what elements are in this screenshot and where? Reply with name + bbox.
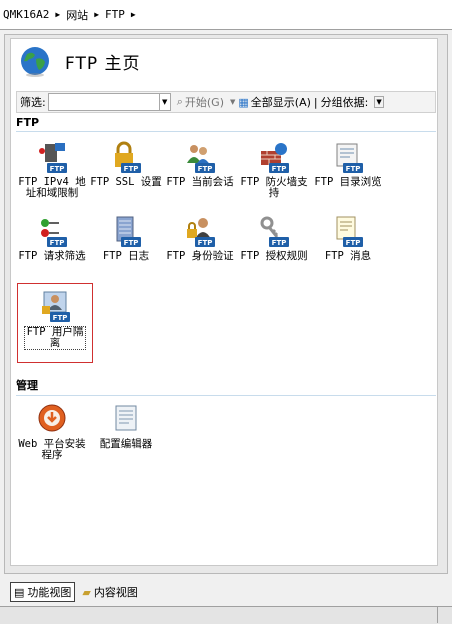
breadcrumb-chevron-icon[interactable]: ▶ [131, 10, 136, 19]
feature-label: FTP 请求筛选 [18, 250, 86, 262]
feature-configuration-editor[interactable]: 配置编辑器 [89, 403, 163, 450]
feature-label: FTP 身份验证 [166, 250, 234, 262]
feature-web-platform-installer[interactable]: Web 平台安装程序 [15, 403, 89, 461]
show-all-icon: ▦ [238, 95, 249, 109]
feature-label: FTP 防火墙支持 [240, 176, 308, 199]
breadcrumb-chevron-icon[interactable]: ▶ [55, 10, 60, 19]
section-ftp-header[interactable]: FTP [16, 116, 436, 132]
start-dropdown-icon[interactable]: ▼ [230, 98, 235, 106]
feature-label: FTP 用户隔离 [24, 326, 86, 350]
breadcrumb-server[interactable]: QMK16A2 [3, 8, 49, 21]
feature-label: FTP 消息 [324, 250, 372, 262]
tab-features-view[interactable]: ▤ 功能视图 [10, 582, 76, 602]
breadcrumb-ftp[interactable]: FTP [105, 8, 125, 21]
feature-ftp-messages[interactable]: FTP FTP 消息 [311, 215, 385, 262]
ftp-authorization-key-icon: FTP [260, 216, 289, 247]
feature-label: 配置编辑器 [99, 438, 153, 450]
ftp-ip-restrict-icon: FTP [39, 143, 67, 173]
toolbar-divider: | [313, 95, 318, 109]
breadcrumb: QMK16A2 ▶ 网站 ▶ FTP ▶ [0, 0, 452, 30]
group-by-dropdown-icon[interactable]: ▼ [374, 96, 384, 108]
feature-label: FTP SSL 设置 [90, 176, 162, 188]
filter-dropdown-icon[interactable]: ▼ [159, 93, 171, 111]
ftp-log-icon: FTP [116, 216, 141, 247]
feature-ftp-user-isolation[interactable]: FTP FTP 用户隔离 [17, 283, 93, 363]
filter-label: 筛选: [20, 96, 46, 109]
feature-ftp-ssl[interactable]: FTP FTP SSL 设置 [89, 141, 163, 188]
svg-text:FTP: FTP [346, 165, 361, 173]
section-manage-header[interactable]: 管理 [16, 377, 436, 396]
tab-features-view-label: 功能视图 [27, 586, 72, 599]
feature-label: FTP 日志 [102, 250, 150, 262]
feature-label: FTP IPv4 地址和域限制 [18, 176, 86, 199]
ftp-firewall-icon: FTP [261, 143, 289, 173]
svg-text:FTP: FTP [272, 165, 287, 173]
ftp-sessions-users-icon: FTP [187, 145, 215, 173]
show-all-button[interactable]: 全部显示(A) [251, 94, 311, 110]
start-button[interactable]: 开始(G) [185, 94, 224, 110]
feature-ftp-ipv4[interactable]: FTP FTP IPv4 地址和域限制 [15, 141, 89, 199]
group-by-label[interactable]: 分组依据: [321, 94, 369, 110]
svg-text:FTP: FTP [272, 239, 287, 247]
ftp-user-isolation-icon: FTP [42, 291, 70, 322]
feature-ftp-firewall[interactable]: FTP FTP 防火墙支持 [237, 141, 311, 199]
feature-ftp-request-filter[interactable]: FTP FTP 请求筛选 [15, 215, 89, 262]
feature-ftp-sessions[interactable]: FTP FTP 当前会话 [163, 141, 237, 188]
ftp-authentication-icon: FTP [187, 218, 215, 247]
svg-text:FTP: FTP [124, 239, 139, 247]
features-panel: FTP 主页 筛选: ▼ ⌕ 开始(G) ▼ ▦ 全部显示(A) | 分组依据:… [10, 38, 438, 566]
breadcrumb-site[interactable]: 网站 [66, 7, 88, 23]
svg-text:FTP: FTP [50, 165, 65, 173]
web-platform-installer-icon [38, 404, 66, 432]
svg-text:FTP: FTP [198, 239, 213, 247]
ftp-messages-icon: FTP [336, 216, 363, 247]
ftp-ssl-lock-icon: FTP [115, 141, 141, 173]
tab-content-view[interactable]: ▰ 内容视图 [79, 583, 140, 601]
feature-label: FTP 当前会话 [166, 176, 234, 188]
filter-input[interactable] [47, 93, 160, 111]
page-header: FTP 主页 [19, 45, 141, 77]
globe-icon [21, 47, 49, 77]
feature-label: FTP 授权规则 [240, 250, 308, 262]
content-view-icon: ▰ [82, 585, 91, 599]
svg-text:FTP: FTP [53, 314, 68, 322]
feature-ftp-authorization[interactable]: FTP FTP 授权规则 [237, 215, 311, 262]
feature-ftp-directory[interactable]: FTP FTP 目录浏览 [311, 141, 385, 188]
svg-text:FTP: FTP [124, 165, 139, 173]
filter-toolbar: 筛选: ▼ ⌕ 开始(G) ▼ ▦ 全部显示(A) | 分组依据: ▼ [16, 91, 436, 113]
page-title: FTP 主页 [65, 53, 141, 74]
status-bar [0, 606, 452, 624]
feature-ftp-authentication[interactable]: FTP FTP 身份验证 [163, 215, 237, 262]
svg-text:FTP: FTP [50, 239, 65, 247]
binoculars-icon: ⌕ [176, 95, 183, 108]
ftp-directory-browse-icon: FTP [336, 143, 363, 173]
feature-label: Web 平台安装程序 [18, 438, 86, 461]
breadcrumb-chevron-icon[interactable]: ▶ [94, 10, 99, 19]
svg-text:FTP: FTP [198, 165, 213, 173]
configuration-editor-icon [115, 405, 137, 431]
view-switcher: ▤ 功能视图 ▰ 内容视图 [10, 581, 145, 603]
svg-text:FTP: FTP [346, 239, 361, 247]
feature-ftp-log[interactable]: FTP FTP 日志 [89, 215, 163, 262]
feature-label: FTP 目录浏览 [314, 176, 382, 188]
ftp-request-filter-icon: FTP [41, 219, 67, 247]
tab-content-view-label: 内容视图 [93, 586, 138, 599]
features-view-icon: ▤ [14, 585, 25, 599]
status-bar-grip[interactable] [437, 607, 452, 623]
